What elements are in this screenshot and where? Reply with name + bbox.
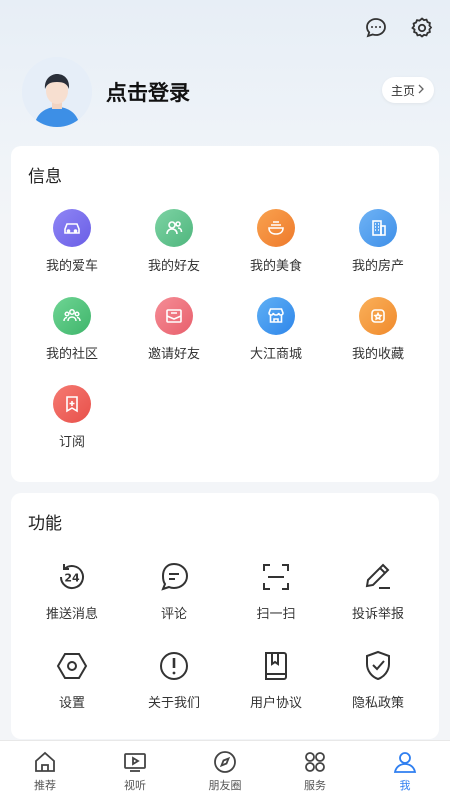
store-icon xyxy=(257,297,295,335)
info-item-label: 我的社区 xyxy=(45,347,98,362)
compass-icon xyxy=(214,750,236,773)
info-item-favorites[interactable]: 我的收藏 xyxy=(327,297,429,362)
info-item-label: 我的收藏 xyxy=(351,347,404,362)
tab-label: 服务 xyxy=(304,778,326,792)
tab-label: 我 xyxy=(399,778,411,792)
info-exclamation-icon xyxy=(156,648,192,684)
community-icon xyxy=(53,297,91,335)
favorite-icon xyxy=(359,297,397,335)
friends-icon xyxy=(155,209,193,247)
info-grid: 我的爱车 我的好友 我的美食 我的房产 我的社区 邀请好友 大江商城 我的收藏 … xyxy=(11,209,439,450)
info-title: 信息 xyxy=(28,167,62,187)
invite-envelope-icon xyxy=(155,297,193,335)
tab-label: 朋友圈 xyxy=(208,778,242,792)
info-card: 信息 我的爱车 我的好友 我的美食 我的房产 我的社区 邀请好友 大江商城 我的… xyxy=(11,146,439,482)
info-item-label: 订阅 xyxy=(58,435,85,450)
func-item-settings[interactable]: 设置 xyxy=(21,648,123,711)
tab-me[interactable]: 我 xyxy=(360,741,450,800)
tab-label: 视听 xyxy=(124,778,146,792)
info-item-property[interactable]: 我的房产 xyxy=(327,209,429,274)
tab-moments[interactable]: 朋友圈 xyxy=(180,741,270,800)
info-item-label: 我的美食 xyxy=(249,259,302,274)
func-item-label: 关于我们 xyxy=(147,696,200,711)
tv-play-icon xyxy=(124,752,146,772)
info-item-food[interactable]: 我的美食 xyxy=(225,209,327,274)
func-item-about[interactable]: 关于我们 xyxy=(123,648,225,711)
car-icon xyxy=(53,209,91,247)
comment-icon xyxy=(156,559,192,595)
function-grid: 24 推送消息 评论 扫一扫 投诉举报 设置 关于我们 用户协议 隐私政策 xyxy=(11,559,439,711)
services-grid-icon xyxy=(305,751,325,772)
info-item-label: 邀请好友 xyxy=(147,347,200,362)
scan-icon xyxy=(258,559,294,595)
document-icon xyxy=(258,648,294,684)
home-icon xyxy=(35,751,55,772)
tab-recommend[interactable]: 推荐 xyxy=(0,741,90,800)
func-item-label: 用户协议 xyxy=(249,696,302,711)
info-item-invite[interactable]: 邀请好友 xyxy=(123,297,225,362)
func-item-label: 推送消息 xyxy=(45,607,98,622)
top-icons xyxy=(362,14,436,42)
func-item-scan[interactable]: 扫一扫 xyxy=(225,559,327,622)
info-item-label: 我的好友 xyxy=(147,259,200,274)
info-item-subscribe[interactable]: 订阅 xyxy=(21,385,123,450)
tab-video[interactable]: 视听 xyxy=(90,741,180,800)
func-item-label: 评论 xyxy=(160,607,187,622)
func-item-label: 隐私政策 xyxy=(351,696,404,711)
tab-label: 推荐 xyxy=(34,778,56,792)
food-bowl-icon xyxy=(257,209,295,247)
function-title: 功能 xyxy=(28,514,62,534)
shield-check-icon xyxy=(360,648,396,684)
func-item-report[interactable]: 投诉举报 xyxy=(327,559,429,622)
info-item-store[interactable]: 大江商城 xyxy=(225,297,327,362)
svg-text:24: 24 xyxy=(64,572,80,585)
home-button-label: 主页 xyxy=(390,83,415,98)
profile-section: 点击登录 xyxy=(22,57,190,127)
func-item-label: 扫一扫 xyxy=(256,607,296,622)
info-item-car[interactable]: 我的爱车 xyxy=(21,209,123,274)
info-item-label: 我的房产 xyxy=(351,259,404,274)
func-item-comment[interactable]: 评论 xyxy=(123,559,225,622)
subscribe-icon xyxy=(53,385,91,423)
info-item-community[interactable]: 我的社区 xyxy=(21,297,123,362)
info-item-friends[interactable]: 我的好友 xyxy=(123,209,225,274)
chat-bubble-icon[interactable] xyxy=(362,14,390,42)
push-24-icon: 24 xyxy=(54,559,90,595)
hexagon-settings-icon xyxy=(54,648,90,684)
tab-services[interactable]: 服务 xyxy=(270,741,360,800)
chevron-right-icon xyxy=(417,83,425,97)
info-item-label: 大江商城 xyxy=(249,347,302,362)
func-item-push[interactable]: 24 推送消息 xyxy=(21,559,123,622)
login-link[interactable]: 点击登录 xyxy=(106,77,190,107)
bottom-tab-bar: 推荐 视听 朋友圈 服务 我 xyxy=(0,740,450,800)
building-icon xyxy=(359,209,397,247)
info-item-label: 我的爱车 xyxy=(45,259,98,274)
function-card: 功能 24 推送消息 评论 扫一扫 投诉举报 设置 关于我们 用户协议 隐私政策 xyxy=(11,493,439,739)
avatar[interactable] xyxy=(22,57,92,127)
func-item-label: 投诉举报 xyxy=(351,607,404,622)
home-button[interactable]: 主页 xyxy=(382,77,434,103)
pen-report-icon xyxy=(360,559,396,595)
gear-icon[interactable] xyxy=(408,14,436,42)
func-item-agreement[interactable]: 用户协议 xyxy=(225,648,327,711)
func-item-label: 设置 xyxy=(58,696,85,711)
user-icon xyxy=(393,751,417,773)
func-item-privacy[interactable]: 隐私政策 xyxy=(327,648,429,711)
